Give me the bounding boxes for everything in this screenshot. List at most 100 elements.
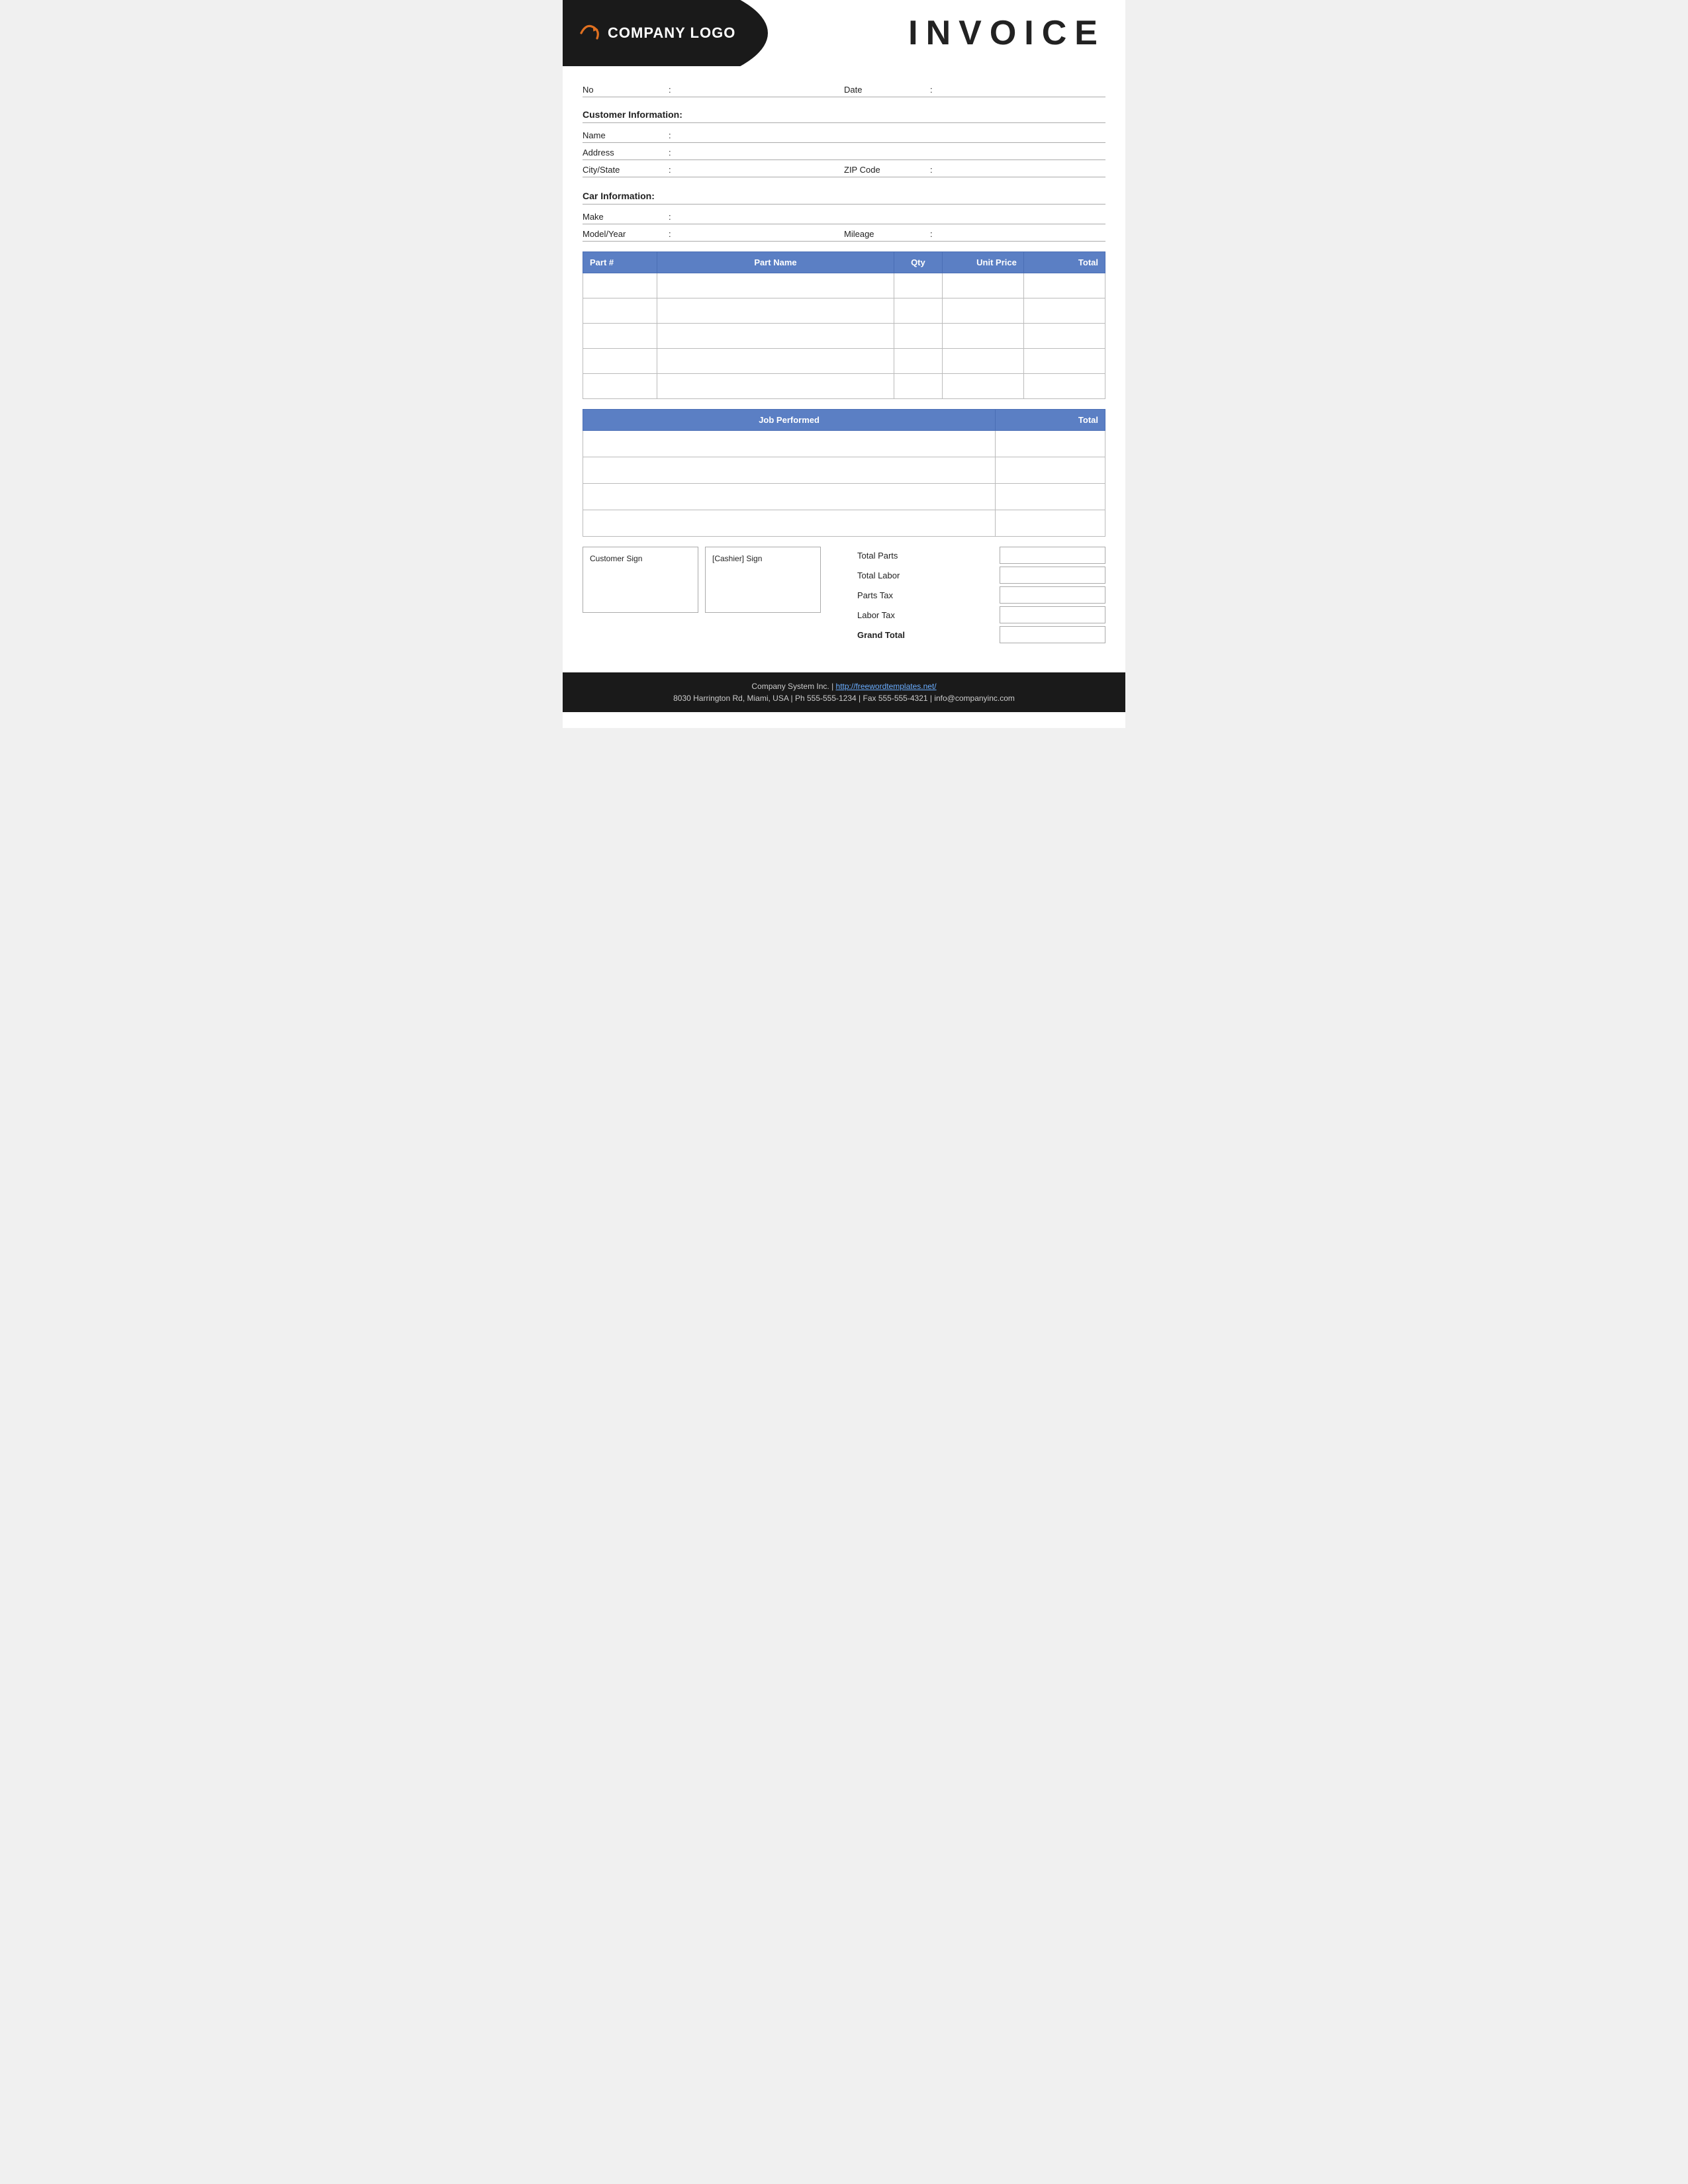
table-row <box>583 374 1105 399</box>
table-row <box>583 324 1105 349</box>
zip-colon: : <box>930 165 943 175</box>
parts-tax-row: Parts Tax <box>854 586 1105 604</box>
job-cell[interactable] <box>583 431 996 457</box>
logo-icon <box>576 20 602 46</box>
name-cell[interactable] <box>657 374 894 399</box>
price-cell[interactable] <box>942 298 1023 324</box>
qty-cell[interactable] <box>894 273 943 298</box>
price-cell[interactable] <box>942 349 1023 374</box>
parts-table-header: Part # Part Name Qty Unit Price Total <box>583 252 1105 273</box>
name-cell[interactable] <box>657 349 894 374</box>
total-labor-row: Total Labor <box>854 567 1105 584</box>
job-total-cell[interactable] <box>996 431 1105 457</box>
part-cell[interactable] <box>583 374 657 399</box>
name-cell[interactable] <box>657 324 894 349</box>
part-cell[interactable] <box>583 349 657 374</box>
car-section-header: Car Information: <box>583 191 1105 205</box>
job-cell[interactable] <box>583 510 996 537</box>
job-total-cell[interactable] <box>996 510 1105 537</box>
grand-total-value[interactable] <box>1000 626 1105 643</box>
name-colon: : <box>669 130 682 140</box>
invoice-title: INVOICE <box>908 13 1105 53</box>
total-cell[interactable] <box>1023 324 1105 349</box>
table-row <box>583 349 1105 374</box>
content: No : Date : Customer Information: Name :… <box>563 66 1125 659</box>
sign-section: Customer Sign [Cashier] Sign <box>583 547 841 613</box>
qty-cell[interactable] <box>894 349 943 374</box>
total-cell[interactable] <box>1023 349 1105 374</box>
invoice-page: COMPANY LOGO INVOICE No : Date : Custome… <box>563 0 1125 728</box>
qty-cell[interactable] <box>894 324 943 349</box>
total-labor-value[interactable] <box>1000 567 1105 584</box>
address-row: Address : <box>583 144 1105 160</box>
total-cell[interactable] <box>1023 273 1105 298</box>
part-cell[interactable] <box>583 273 657 298</box>
job-total-cell[interactable] <box>996 457 1105 484</box>
job-cell[interactable] <box>583 484 996 510</box>
price-cell[interactable] <box>942 374 1023 399</box>
col-name: Part Name <box>657 252 894 273</box>
grand-total-label: Grand Total <box>854 630 1000 640</box>
footer: Company System Inc. | http://freewordtem… <box>563 672 1125 712</box>
col-price: Unit Price <box>942 252 1023 273</box>
header-title: INVOICE <box>774 0 1125 66</box>
total-parts-row: Total Parts <box>854 547 1105 564</box>
col-part: Part # <box>583 252 657 273</box>
job-cell[interactable] <box>583 457 996 484</box>
parts-table: Part # Part Name Qty Unit Price Total <box>583 251 1105 399</box>
date-colon: : <box>930 85 943 95</box>
footer-url[interactable]: http://freewordtemplates.net/ <box>836 682 937 691</box>
job-total-cell[interactable] <box>996 484 1105 510</box>
qty-cell[interactable] <box>894 374 943 399</box>
price-cell[interactable] <box>942 273 1023 298</box>
total-parts-value[interactable] <box>1000 547 1105 564</box>
col-qty: Qty <box>894 252 943 273</box>
table-row <box>583 273 1105 298</box>
customer-section-header: Customer Information: <box>583 109 1105 123</box>
cashier-sign-box[interactable]: [Cashier] Sign <box>705 547 821 613</box>
total-cell[interactable] <box>1023 298 1105 324</box>
parts-tax-value[interactable] <box>1000 586 1105 604</box>
labor-table: Job Performed Total <box>583 409 1105 537</box>
no-label: No <box>583 85 669 95</box>
labor-tax-label: Labor Tax <box>854 610 1000 620</box>
city-zip-row: City/State : ZIP Code : <box>583 161 1105 177</box>
model-label: Model/Year <box>583 229 669 239</box>
footer-line1: Company System Inc. | http://freewordtem… <box>569 682 1119 691</box>
total-parts-label: Total Parts <box>854 551 1000 561</box>
logo-text: COMPANY LOGO <box>608 24 735 42</box>
labor-tax-value[interactable] <box>1000 606 1105 623</box>
col-total: Total <box>1023 252 1105 273</box>
customer-sign-label: Customer Sign <box>590 554 691 563</box>
price-cell[interactable] <box>942 324 1023 349</box>
zip-half: ZIP Code : <box>844 165 1105 175</box>
mileage-label: Mileage <box>844 229 930 239</box>
footer-line2: 8030 Harrington Rd, Miami, USA | Ph 555-… <box>569 694 1119 703</box>
qty-cell[interactable] <box>894 298 943 324</box>
city-half: City/State : <box>583 165 844 175</box>
no-colon: : <box>669 85 682 95</box>
header: COMPANY LOGO INVOICE <box>563 0 1125 66</box>
labor-table-header: Job Performed Total <box>583 410 1105 431</box>
col-total-labor: Total <box>996 410 1105 431</box>
total-cell[interactable] <box>1023 374 1105 399</box>
customer-sign-box[interactable]: Customer Sign <box>583 547 698 613</box>
mileage-half: Mileage : <box>844 229 1105 239</box>
total-labor-label: Total Labor <box>854 570 1000 580</box>
table-row <box>583 484 1105 510</box>
part-cell[interactable] <box>583 324 657 349</box>
invoice-no-section: No : <box>583 85 844 95</box>
table-row <box>583 431 1105 457</box>
address-colon: : <box>669 148 682 158</box>
name-cell[interactable] <box>657 273 894 298</box>
bottom-section: Customer Sign [Cashier] Sign Total Parts… <box>583 547 1105 653</box>
invoice-date-section: Date : <box>844 85 1105 95</box>
totals-section: Total Parts Total Labor Parts Tax Labor … <box>854 547 1105 646</box>
logo: COMPANY LOGO <box>576 20 735 46</box>
invoice-info-row: No : Date : <box>583 79 1105 97</box>
city-label: City/State <box>583 165 669 175</box>
model-half: Model/Year : <box>583 229 844 239</box>
part-cell[interactable] <box>583 298 657 324</box>
make-colon: : <box>669 212 682 222</box>
name-cell[interactable] <box>657 298 894 324</box>
